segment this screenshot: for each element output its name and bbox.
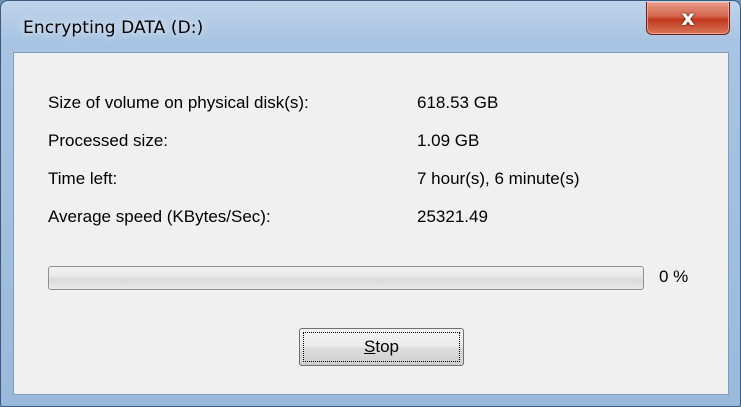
- average-speed-value: 25321.49: [417, 207, 488, 226]
- average-speed-label: Average speed (KBytes/Sec):: [48, 207, 271, 226]
- dialog-content: Size of volume on physical disk(s): 618.…: [13, 52, 729, 395]
- time-left-label: Time left:: [48, 169, 118, 188]
- dialog-window: Encrypting DATA (D:) x Size of volume on…: [0, 0, 741, 407]
- progress-percent-text: 0 %: [659, 267, 689, 286]
- volume-size-value: 618.53 GB: [417, 93, 499, 112]
- processed-size-label: Processed size:: [48, 131, 168, 150]
- close-icon: x: [681, 6, 695, 30]
- stop-button-label-rest: top: [375, 337, 399, 356]
- time-left-value: 7 hour(s), 6 minute(s): [417, 169, 580, 188]
- close-button[interactable]: x: [646, 2, 730, 35]
- title-bar[interactable]: Encrypting DATA (D:) x: [1, 1, 740, 53]
- window-title: Encrypting DATA (D:): [23, 18, 204, 38]
- stop-button-mnemonic: S: [364, 337, 376, 356]
- processed-size-value: 1.09 GB: [417, 131, 480, 150]
- stop-button-label: Stop: [300, 329, 463, 365]
- stop-button[interactable]: Stop: [299, 328, 464, 366]
- volume-size-label: Size of volume on physical disk(s):: [48, 93, 309, 112]
- progress-bar: [48, 266, 644, 290]
